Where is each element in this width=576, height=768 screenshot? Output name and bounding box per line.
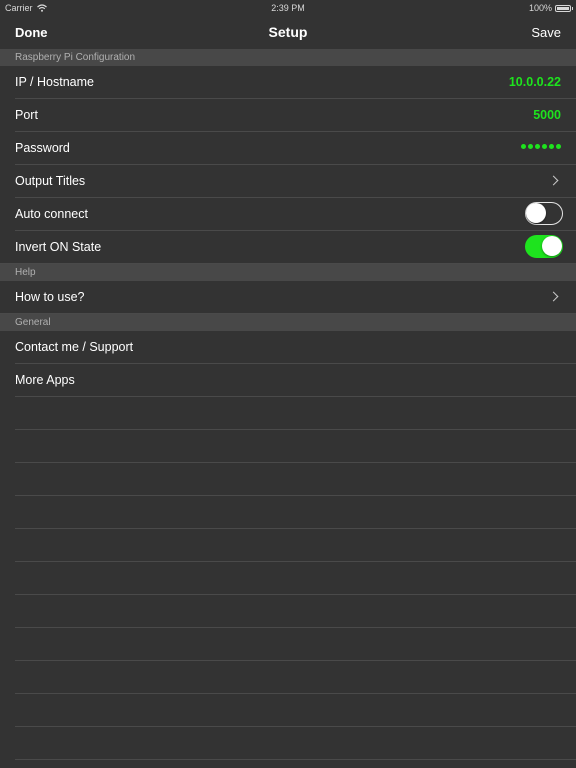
empty-row [0, 463, 576, 496]
password-dot [542, 144, 547, 149]
battery-percent: 100% [528, 3, 552, 13]
page-title: Setup [268, 24, 308, 40]
password-dot [528, 144, 533, 149]
empty-row [0, 595, 576, 628]
port-row[interactable]: Port 5000 [0, 99, 576, 132]
section-header-raspberry: Raspberry Pi Configuration [0, 49, 576, 66]
password-field[interactable] [521, 144, 561, 149]
how-to-use-row[interactable]: How to use? [0, 281, 576, 314]
output-titles-row[interactable]: Output Titles [0, 165, 576, 198]
navigation-bar: Done Setup Save [0, 16, 576, 49]
invert-on-state-label: Invert ON State [15, 240, 102, 254]
toggle-knob [526, 203, 546, 223]
password-dot [521, 144, 526, 149]
password-dot [556, 144, 561, 149]
toggle-knob [542, 236, 562, 256]
ip-hostname-label: IP / Hostname [15, 75, 94, 89]
battery-fill [557, 6, 569, 10]
save-button[interactable]: Save [531, 25, 561, 40]
empty-row [0, 397, 576, 430]
port-label: Port [15, 108, 38, 122]
section-header-help: Help [0, 264, 576, 281]
ip-hostname-value[interactable]: 10.0.0.22 [509, 75, 561, 89]
status-bar: Carrier 2:39 PM 100% [0, 0, 576, 16]
empty-row [0, 727, 576, 760]
how-to-use-label: How to use? [15, 290, 85, 304]
status-time: 2:39 PM [271, 3, 305, 13]
chevron-right-icon [548, 175, 559, 186]
port-value[interactable]: 5000 [533, 108, 561, 122]
password-row[interactable]: Password [0, 132, 576, 165]
password-label: Password [15, 141, 70, 155]
auto-connect-row: Auto connect [0, 198, 576, 231]
empty-row [0, 496, 576, 529]
auto-connect-label: Auto connect [15, 207, 88, 221]
chevron-right-icon [548, 291, 559, 302]
output-titles-label: Output Titles [15, 174, 86, 188]
empty-row [0, 430, 576, 463]
empty-row [0, 694, 576, 727]
password-dot [535, 144, 540, 149]
empty-row [0, 562, 576, 595]
empty-row [0, 529, 576, 562]
invert-on-state-row: Invert ON State [0, 231, 576, 264]
battery-icon [555, 4, 573, 12]
section-header-general: General [0, 314, 576, 331]
password-dot [549, 144, 554, 149]
more-apps-row[interactable]: More Apps [0, 364, 576, 397]
settings-table: Raspberry Pi Configuration IP / Hostname… [0, 49, 576, 760]
invert-on-state-toggle[interactable] [525, 235, 563, 258]
empty-row [0, 661, 576, 694]
ip-hostname-row[interactable]: IP / Hostname 10.0.0.22 [0, 66, 576, 99]
empty-table-area [0, 397, 576, 760]
contact-support-label: Contact me / Support [15, 340, 134, 354]
empty-row [0, 628, 576, 661]
battery-info: 100% [528, 3, 573, 13]
contact-support-row[interactable]: Contact me / Support [0, 331, 576, 364]
auto-connect-toggle[interactable] [525, 202, 563, 225]
more-apps-label: More Apps [15, 373, 75, 387]
